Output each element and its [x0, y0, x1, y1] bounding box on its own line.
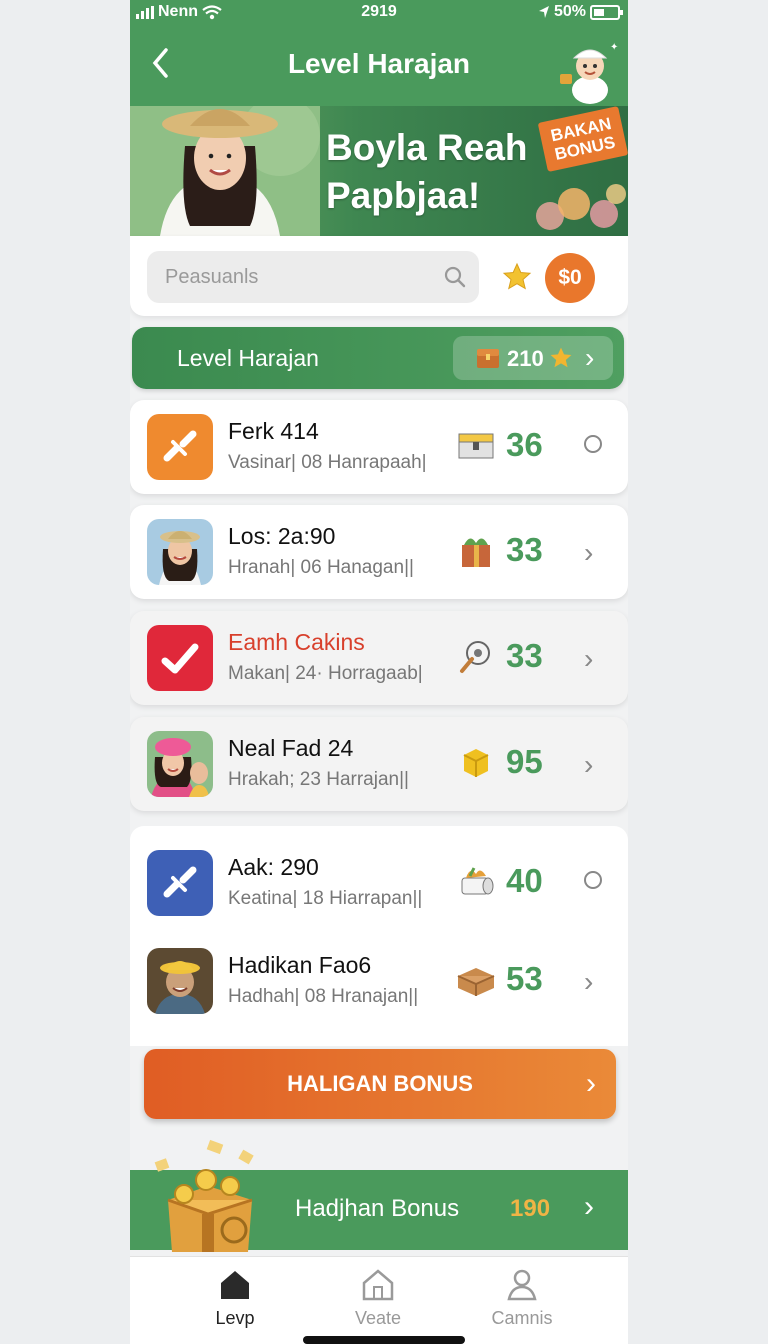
item-name: Aak: 290	[228, 854, 319, 880]
tab-label: Levp	[215, 1308, 255, 1328]
chest-icon	[477, 349, 499, 368]
home-indicator[interactable]	[303, 1336, 465, 1344]
magnifier-icon	[460, 641, 490, 673]
avatar	[147, 948, 213, 1014]
cube-icon	[463, 749, 489, 777]
flowers-decoration	[536, 184, 626, 230]
list-item[interactable]: Eamh Cakins Makan| 24· Horragaab| 33 ›	[130, 611, 628, 705]
item-value: 53	[506, 960, 543, 997]
level-points-pill[interactable]: 210 ›	[453, 336, 613, 380]
level-points-value: 210	[507, 346, 544, 371]
item-value: 95	[506, 743, 543, 780]
banner-woman-image	[130, 106, 320, 236]
search-icon[interactable]	[443, 265, 467, 289]
star-icon	[550, 347, 572, 368]
star-icon[interactable]	[502, 262, 532, 292]
tab-levp[interactable]: Levp	[185, 1267, 285, 1329]
home-icon	[221, 1271, 249, 1299]
item-name: Eamh Cakins	[228, 629, 365, 655]
item-subtitle: Keatina| 18 Hiarrapan||	[228, 888, 423, 909]
chevron-right-icon[interactable]: ›	[584, 966, 606, 997]
people-icon	[507, 1269, 537, 1301]
list-item[interactable]: Ferk 414 Vasinar| 08 Hanrapaah| 36	[130, 400, 628, 494]
treasure-gift-icon	[154, 1139, 254, 1252]
bonus-strip-value: 190	[510, 1195, 551, 1222]
bonus-strip-label: Hadjhan Bonus	[295, 1195, 460, 1222]
avatar	[147, 731, 213, 797]
chevron-right-icon: ›	[586, 1067, 596, 1100]
claim-bonus-label: HALIGAN BONUS	[287, 1071, 473, 1096]
house-outline-icon	[362, 1269, 394, 1301]
item-subtitle: Makan| 24· Horragaab|	[228, 663, 423, 684]
gift-icon	[462, 538, 490, 567]
item-subtitle: Hranah| 06 Hanagan||	[228, 557, 414, 578]
chevron-right-icon[interactable]: ›	[584, 749, 606, 780]
item-subtitle: Vasinar| 08 Hanrapaah|	[228, 452, 427, 473]
link-icon	[147, 414, 213, 480]
item-subtitle: Hrakah; 23 Harrajan||	[228, 769, 409, 790]
list-item[interactable]: Los: 2a:90 Hranah| 06 Hanagan|| 33 ›	[130, 505, 628, 599]
list-group: Aak: 290 Keatina| 18 Hiarrapan|| 40 Hadi…	[130, 826, 628, 1046]
select-radio[interactable]	[584, 868, 606, 896]
chevron-right-icon[interactable]: ›	[584, 643, 606, 674]
chevron-right-icon: ›	[584, 1190, 594, 1223]
item-name: Los: 2a:90	[228, 523, 336, 549]
item-value: 36	[506, 426, 543, 463]
location-icon	[538, 6, 549, 18]
chest-icon	[458, 433, 494, 459]
list-item[interactable]: Aak: 290 Keatina| 18 Hiarrapan|| 40	[130, 836, 628, 930]
status-bar: Nenn 2919 50%	[130, 0, 628, 26]
scroll-icon	[461, 867, 494, 895]
item-value: 40	[506, 862, 543, 899]
mascot-icon: ✦	[560, 42, 618, 104]
level-bar[interactable]: Level Harajan 210 ›	[132, 327, 624, 389]
item-name: Hadikan Fao6	[228, 952, 372, 978]
search-input[interactable]	[147, 251, 479, 303]
item-value: 33	[506, 531, 543, 568]
tab-veate[interactable]: Veate	[328, 1267, 428, 1329]
battery-percent: 50%	[553, 3, 586, 20]
level-bar-label: Level Harajan	[177, 345, 319, 371]
item-name: Neal Fad 24	[228, 735, 354, 761]
list-item[interactable]: Neal Fad 24 Hrakah; 23 Harrajan|| 95 ›	[130, 717, 628, 811]
coin-balance-badge[interactable]: $0	[545, 253, 595, 303]
item-subtitle: Hadhah| 08 Hranajan||	[228, 986, 419, 1007]
chevron-right-icon: ›	[585, 342, 595, 373]
item-name: Ferk 414	[228, 418, 319, 444]
battery-icon	[590, 4, 623, 20]
chevron-right-icon[interactable]: ›	[584, 537, 606, 568]
promo-banner[interactable]: Boyla Reah Papbjaa! BAKAN BONUS	[130, 106, 628, 236]
select-radio[interactable]	[584, 432, 606, 460]
tab-camnis[interactable]: Camnis	[472, 1267, 572, 1329]
avatar	[147, 519, 213, 585]
box-icon	[457, 968, 495, 996]
check-icon	[147, 625, 213, 691]
list-item[interactable]: Hadikan Fao6 Hadhah| 08 Hranajan|| 53 ›	[130, 934, 628, 1028]
app-header: Nenn 2919 50% Level Harajan ✦	[130, 0, 628, 106]
svg-text:✦: ✦	[610, 42, 618, 53]
app-screen: Nenn 2919 50% Level Harajan ✦ Boyla Reah…	[130, 0, 628, 1344]
bonus-tag-badge: BAKAN BONUS	[537, 106, 628, 172]
tab-label: Veate	[354, 1308, 402, 1328]
tab-label: Camnis	[491, 1308, 553, 1328]
item-value: 33	[506, 637, 543, 674]
claim-bonus-button[interactable]: HALIGAN BONUS ›	[144, 1049, 616, 1119]
tab-bar: Levp Veate Camnis	[130, 1256, 628, 1344]
link-icon	[147, 850, 213, 916]
